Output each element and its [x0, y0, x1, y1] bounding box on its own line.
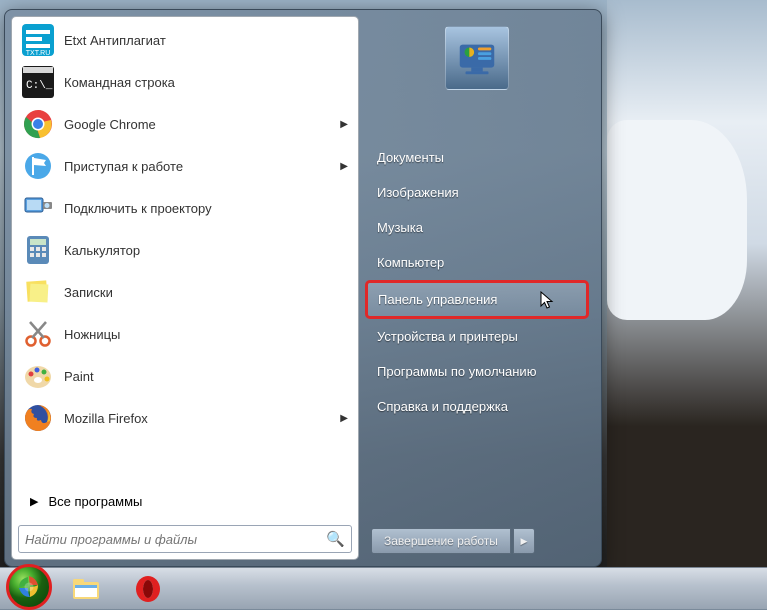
right-pane-item[interactable]: Компьютер: [365, 245, 589, 280]
program-label: Google Chrome: [64, 117, 330, 132]
projector-icon: [22, 192, 54, 224]
program-item[interactable]: Записки: [14, 271, 356, 313]
right-pane-item-label: Музыка: [377, 220, 423, 235]
flag-icon: [22, 150, 54, 182]
shutdown-button[interactable]: Завершение работы: [371, 528, 511, 554]
notes-icon: [22, 276, 54, 308]
taskbar-item-explorer[interactable]: [58, 572, 114, 606]
right-pane-item[interactable]: Изображения: [365, 175, 589, 210]
start-button[interactable]: [6, 564, 52, 610]
program-label: Записки: [64, 285, 348, 300]
cmd-icon: C:\_: [22, 66, 54, 98]
right-pane-item-label: Документы: [377, 150, 444, 165]
right-pane-item[interactable]: Программы по умолчанию: [365, 354, 589, 389]
program-label: Подключить к проектору: [64, 201, 348, 216]
program-label: Калькулятор: [64, 243, 348, 258]
calc-icon: [22, 234, 54, 266]
right-pane-item[interactable]: Музыка: [365, 210, 589, 245]
chrome-icon: [22, 108, 54, 140]
right-pane-item-label: Программы по умолчанию: [377, 364, 536, 379]
chevron-right-icon: ▶: [30, 495, 38, 508]
program-label: Приступая к работе: [64, 159, 330, 174]
all-programs-label: Все программы: [48, 494, 142, 509]
shutdown-options-button[interactable]: ▶: [513, 528, 535, 554]
right-items-list: Документы Изображения Музыка Компьютер Панел…: [365, 140, 589, 528]
program-item[interactable]: Mozilla Firefox ▶: [14, 397, 356, 439]
program-item[interactable]: Ножницы: [14, 313, 356, 355]
program-item[interactable]: TXT.RU Etxt Антиплагиат: [14, 19, 356, 61]
firefox-icon: [22, 402, 54, 434]
chevron-right-icon: ▶: [340, 119, 348, 130]
program-item[interactable]: Google Chrome ▶: [14, 103, 356, 145]
search-box[interactable]: 🔍: [18, 525, 352, 553]
right-pane-item[interactable]: Справка и поддержка: [365, 389, 589, 424]
cursor-icon: [540, 291, 556, 311]
program-item[interactable]: Paint: [14, 355, 356, 397]
search-input[interactable]: [25, 532, 320, 547]
program-label: Ножницы: [64, 327, 348, 342]
taskbar-item-opera[interactable]: [120, 572, 176, 606]
right-pane-item-label: Справка и поддержка: [377, 399, 508, 414]
program-label: Paint: [64, 369, 348, 384]
right-pane-item-label: Панель управления: [378, 292, 497, 307]
paint-icon: [22, 360, 54, 392]
right-pane-item-label: Устройства и принтеры: [377, 329, 518, 344]
right-pane-item[interactable]: Панель управления: [365, 280, 589, 319]
start-menu-right-pane: Документы Изображения Музыка Компьютер Панел…: [359, 16, 595, 560]
all-programs-item[interactable]: ▶ Все программы: [12, 483, 358, 519]
chevron-right-icon: ▶: [340, 413, 348, 424]
svg-text:TXT.RU: TXT.RU: [26, 50, 51, 56]
search-container: 🔍: [12, 519, 358, 559]
user-picture-control-panel-icon: [445, 26, 509, 90]
search-icon: 🔍: [326, 530, 345, 548]
program-item[interactable]: Подключить к проектору: [14, 187, 356, 229]
start-menu: TXT.RU Etxt Антиплагиат C:\_ Командная стро…: [4, 9, 602, 567]
programs-list: TXT.RU Etxt Антиплагиат C:\_ Командная стро…: [12, 17, 358, 483]
program-item[interactable]: C:\_ Командная строка: [14, 61, 356, 103]
program-item[interactable]: Калькулятор: [14, 229, 356, 271]
right-pane-item[interactable]: Устройства и принтеры: [365, 319, 589, 354]
program-label: Etxt Антиплагиат: [64, 33, 348, 48]
right-pane-item-label: Компьютер: [377, 255, 444, 270]
shutdown-row: Завершение работы ▶: [371, 528, 535, 554]
snip-icon: [22, 318, 54, 350]
svg-text:C:\_: C:\_: [26, 80, 53, 92]
etxt-icon: TXT.RU: [22, 24, 54, 56]
taskbar: [0, 567, 767, 609]
program-item[interactable]: Приступая к работе ▶: [14, 145, 356, 187]
right-pane-item[interactable]: Документы: [365, 140, 589, 175]
program-label: Mozilla Firefox: [64, 411, 330, 426]
start-menu-left-pane: TXT.RU Etxt Антиплагиат C:\_ Командная стро…: [11, 16, 359, 560]
program-label: Командная строка: [64, 75, 348, 90]
right-pane-item-label: Изображения: [377, 185, 459, 200]
chevron-right-icon: ▶: [340, 161, 348, 172]
